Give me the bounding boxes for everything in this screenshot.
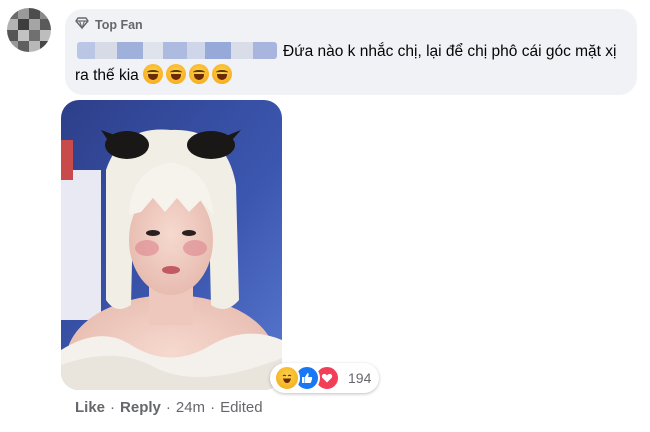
- avatar[interactable]: [7, 8, 51, 52]
- like-link[interactable]: Like: [75, 399, 105, 416]
- laughing-emoji-icon: [189, 64, 210, 84]
- badge-label: Top Fan: [95, 18, 143, 32]
- edited-label[interactable]: Edited: [220, 399, 263, 416]
- laughing-emoji-icon: [143, 64, 164, 84]
- diamond-icon: [75, 16, 89, 35]
- separator: ·: [110, 399, 116, 416]
- comment-actions: Like · Reply · 24m · Edited: [75, 399, 263, 416]
- reply-link[interactable]: Reply: [120, 399, 161, 416]
- haha-reaction-icon: [274, 365, 300, 391]
- reactions-summary[interactable]: 194: [270, 363, 380, 393]
- laughing-emoji-icon: [166, 64, 187, 84]
- top-fan-badge[interactable]: Top Fan: [75, 16, 143, 34]
- reaction-count: 194: [348, 370, 372, 386]
- timestamp-link[interactable]: 24m: [176, 399, 205, 416]
- separator: ·: [165, 399, 171, 416]
- comment-photo[interactable]: [61, 100, 282, 390]
- separator: ·: [210, 399, 216, 416]
- comment-bubble: Top Fan Đứa nào k nhắc chị, lại để chị p…: [65, 9, 637, 95]
- laughing-emoji-icon: [212, 64, 233, 84]
- comment-text: Đứa nào k nhắc chị, lại để chị phô cái g…: [75, 40, 630, 88]
